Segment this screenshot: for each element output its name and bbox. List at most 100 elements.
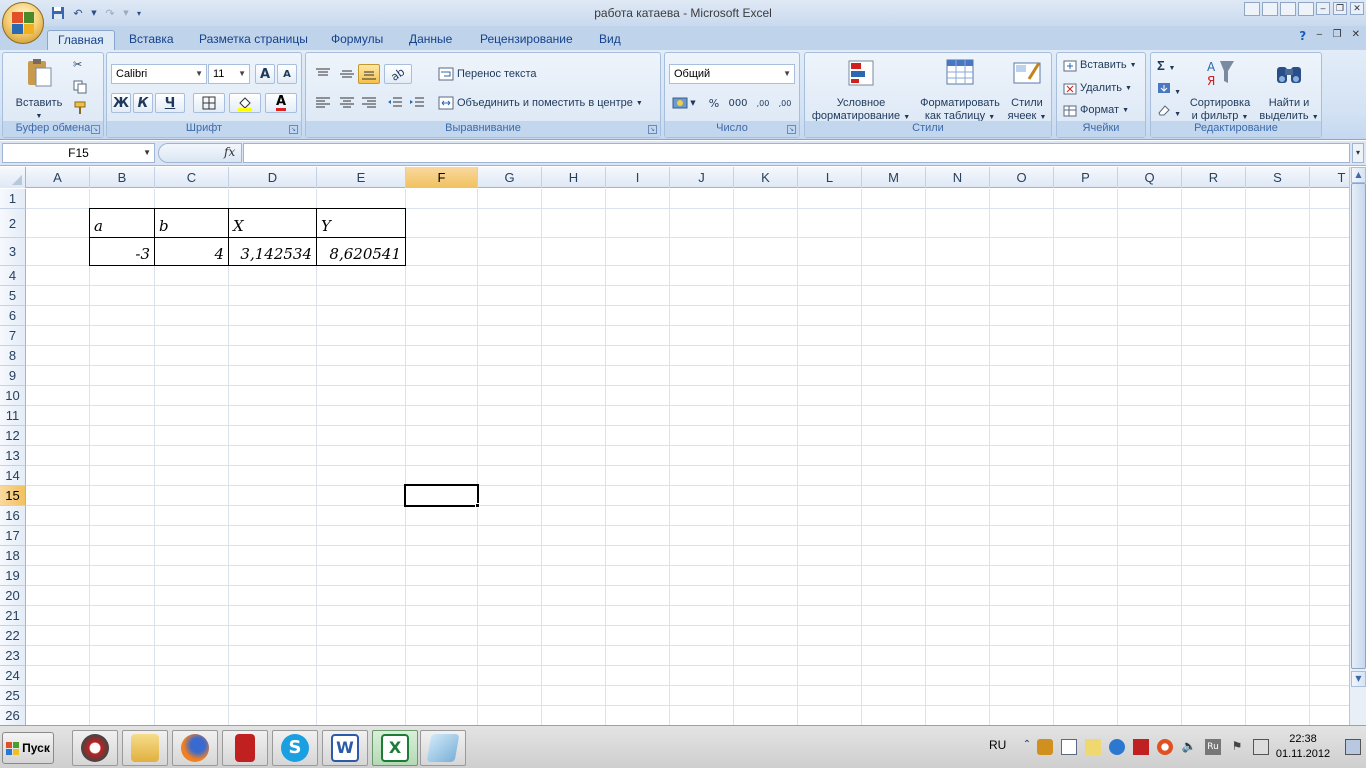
row-header-7[interactable]: 7	[0, 326, 26, 346]
row-header-5[interactable]: 5	[0, 286, 26, 306]
taskbar-app-firefox[interactable]	[172, 730, 218, 766]
aux-window-icon[interactable]	[1280, 2, 1296, 16]
column-header-d[interactable]: D	[229, 167, 317, 188]
tab-data[interactable]: Данные	[409, 30, 452, 50]
autosum-button[interactable]: Σ ▼	[1157, 59, 1175, 75]
minimize-button[interactable]: ‒	[1316, 2, 1330, 15]
row-header-3[interactable]: 3	[0, 238, 26, 266]
taskbar-app-opera[interactable]	[72, 730, 118, 766]
row-header-6[interactable]: 6	[0, 306, 26, 326]
doc-minimize-button[interactable]: ‒	[1316, 29, 1322, 43]
tray-app-icon[interactable]	[1037, 739, 1053, 755]
number-format-combo[interactable]: Общий ▼	[669, 64, 795, 84]
taskbar-app-explorer[interactable]	[122, 730, 168, 766]
row-header-12[interactable]: 12	[0, 426, 26, 446]
cell-styles-button[interactable]: Стили ячеек ▼	[1005, 57, 1049, 124]
scroll-up-icon[interactable]: ▲	[1351, 167, 1366, 183]
row-header-8[interactable]: 8	[0, 346, 26, 366]
clock[interactable]: 22:38 01.11.2012	[1273, 732, 1333, 762]
formula-input[interactable]	[243, 143, 1350, 163]
decrease-indent-button[interactable]	[384, 93, 406, 113]
tray-ru-icon[interactable]: Ru	[1205, 739, 1221, 755]
column-header-m[interactable]: M	[862, 167, 926, 188]
shrink-font-button[interactable]: A	[277, 64, 297, 84]
conditional-formatting-button[interactable]: Условное форматирование ▼	[809, 57, 913, 124]
column-header-e[interactable]: E	[317, 167, 406, 188]
column-header-c[interactable]: C	[155, 167, 229, 188]
thousands-button[interactable]: 000	[725, 93, 751, 113]
row-header-1[interactable]: 1	[0, 189, 26, 209]
row-header-19[interactable]: 19	[0, 566, 26, 586]
column-header-b[interactable]: B	[90, 167, 155, 188]
cell-b2[interactable]: a	[89, 208, 155, 238]
increase-decimal-button[interactable]: ,00	[753, 93, 773, 113]
taskbar-app-glass[interactable]	[420, 730, 466, 766]
row-header-23[interactable]: 23	[0, 646, 26, 666]
tray-update-icon[interactable]	[1157, 739, 1173, 755]
format-cells-button[interactable]: Формат ▼	[1063, 104, 1129, 117]
close-button[interactable]: ✕	[1350, 2, 1364, 15]
tab-home[interactable]: Главная	[47, 30, 115, 50]
taskbar-app-book[interactable]	[222, 730, 268, 766]
alignment-launcher-icon[interactable]: ↘	[648, 125, 657, 134]
column-header-a[interactable]: A	[26, 167, 90, 188]
start-button[interactable]: Пуск	[2, 732, 54, 764]
row-header-11[interactable]: 11	[0, 406, 26, 426]
cell-e2[interactable]: Y	[316, 208, 406, 238]
cut-icon[interactable]: ✂	[73, 59, 82, 72]
copy-icon[interactable]	[73, 80, 87, 98]
fill-button[interactable]: ▼	[1157, 82, 1181, 99]
row-header-15[interactable]: 15	[0, 486, 26, 506]
cell-c3[interactable]: 4	[154, 237, 229, 266]
paste-button[interactable]: Вставить ▼	[9, 57, 69, 123]
column-header-t[interactable]: T	[1310, 167, 1349, 188]
column-header-o[interactable]: O	[990, 167, 1054, 188]
tray-book-icon[interactable]	[1133, 739, 1149, 755]
aux-window-icon[interactable]	[1298, 2, 1314, 16]
scroll-down-icon[interactable]: ▼	[1351, 671, 1366, 687]
show-desktop-icon[interactable]	[1345, 739, 1361, 755]
tray-window-icon[interactable]	[1061, 739, 1077, 755]
aux-window-icon[interactable]	[1262, 2, 1278, 16]
expand-formula-bar-icon[interactable]: ▾	[1352, 143, 1364, 163]
office-button[interactable]	[2, 2, 44, 44]
accounting-format-button[interactable]: ▼	[669, 93, 699, 113]
cell-b3[interactable]: -3	[89, 237, 155, 266]
tray-bluetooth-icon[interactable]	[1109, 739, 1125, 755]
clear-button[interactable]: ▼	[1157, 104, 1181, 121]
vertical-scrollbar[interactable]: ▲ ▼	[1349, 167, 1366, 725]
column-header-l[interactable]: L	[798, 167, 862, 188]
insert-cells-button[interactable]: Вставить ▼	[1063, 59, 1137, 72]
align-top-button[interactable]	[312, 64, 334, 84]
row-header-4[interactable]: 4	[0, 266, 26, 286]
tab-review[interactable]: Рецензирование	[480, 30, 573, 50]
tab-view[interactable]: Вид	[599, 30, 621, 50]
font-color-button[interactable]: A	[265, 93, 297, 113]
row-header-9[interactable]: 9	[0, 366, 26, 386]
language-indicator[interactable]: RU	[989, 738, 1006, 752]
tab-page-layout[interactable]: Разметка страницы	[199, 30, 308, 50]
tab-formulas[interactable]: Формулы	[331, 30, 383, 50]
align-right-button[interactable]	[358, 93, 380, 113]
format-as-table-button[interactable]: Форматировать как таблицу ▼	[915, 57, 1005, 124]
action-center-flag-icon[interactable]: ⚑	[1229, 739, 1245, 755]
sort-filter-button[interactable]: АЯ Сортировка и фильтр ▼	[1185, 57, 1255, 124]
column-header-s[interactable]: S	[1246, 167, 1310, 188]
format-painter-icon[interactable]	[73, 101, 87, 119]
select-all-button[interactable]	[0, 167, 26, 188]
help-icon[interactable]: ?	[1299, 29, 1306, 43]
row-header-20[interactable]: 20	[0, 586, 26, 606]
aux-window-icon[interactable]	[1244, 2, 1260, 16]
name-box[interactable]: F15 ▼	[2, 143, 155, 163]
cell-c2[interactable]: b	[154, 208, 229, 238]
scroll-thumb[interactable]	[1351, 183, 1366, 669]
wrap-text-button[interactable]: Перенос текста	[438, 67, 537, 81]
doc-restore-button[interactable]: ❐	[1333, 29, 1342, 43]
taskbar-app-word[interactable]: W	[322, 730, 368, 766]
row-header-14[interactable]: 14	[0, 466, 26, 486]
doc-close-button[interactable]: ✕	[1352, 29, 1360, 43]
cell-d2[interactable]: X	[228, 208, 317, 238]
column-header-g[interactable]: G	[478, 167, 542, 188]
column-header-j[interactable]: J	[670, 167, 734, 188]
clipboard-launcher-icon[interactable]: ↘	[91, 125, 100, 134]
